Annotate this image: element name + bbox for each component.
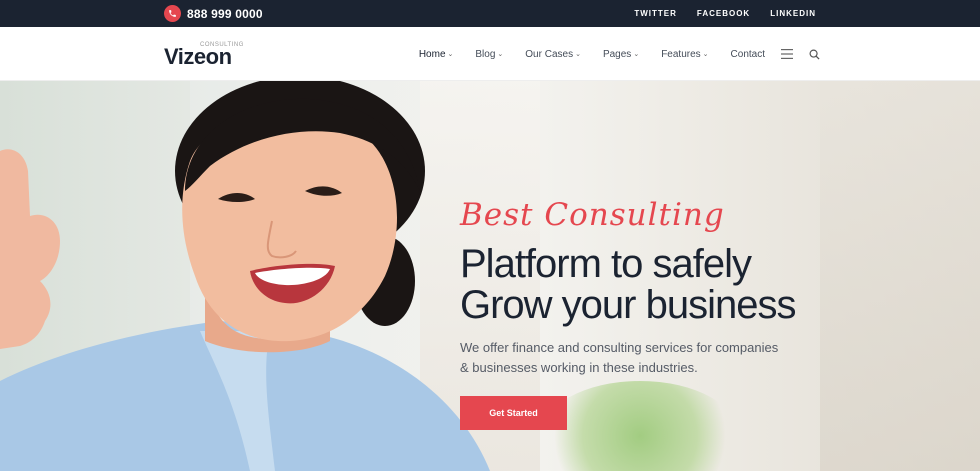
nav-item-label: Home: [418, 48, 446, 60]
phone-number: 888 999 0000: [187, 6, 263, 21]
hero-description-line2: & businesses working in these industries…: [460, 360, 698, 375]
nav-item-label: Features: [661, 48, 701, 60]
nav-item-label: Blog: [475, 48, 496, 60]
nav-item-label: Contact: [730, 48, 765, 60]
chevron-down-icon: ⌄: [447, 51, 454, 58]
social-links: TWITTER FACEBOOK LINKEDIN: [614, 0, 816, 27]
hero-description-line1: We offer finance and consulting services…: [460, 340, 779, 355]
hero-script-heading: Best Consulting: [460, 197, 725, 233]
nav-item-blog[interactable]: Blog ⌄: [475, 49, 503, 60]
logo[interactable]: CONSULTING Vizeon: [164, 39, 254, 69]
nav-item-label: Our Cases: [525, 48, 574, 60]
nav-menu: Home ⌄ Blog ⌄ Our Cases ⌄ Pages ⌄ Features ⌄ …: [397, 27, 820, 81]
nav-item-home[interactable]: Home ⌄: [419, 49, 454, 60]
phone-icon: [164, 5, 181, 22]
hero-title-line2: Grow your business: [460, 283, 796, 327]
logo-name: Vizeon: [164, 44, 232, 69]
hero-description: We offer finance and consulting services…: [460, 338, 820, 378]
chevron-down-icon: ⌄: [497, 51, 504, 58]
hamburger-icon[interactable]: [781, 49, 793, 59]
nav-item-pages[interactable]: Pages ⌄: [603, 49, 639, 60]
hero-section: Best Consulting Platform to safely Grow …: [0, 81, 980, 471]
chevron-down-icon: ⌄: [575, 51, 581, 58]
nav-item-label: Pages: [602, 48, 632, 60]
main-navbar: CONSULTING Vizeon Home ⌄ Blog ⌄ Our Cases ⌄…: [0, 27, 980, 81]
get-started-button[interactable]: Get Started: [460, 396, 567, 430]
phone-contact[interactable]: 888 999 0000: [164, 4, 263, 23]
nav-item-our-cases[interactable]: Our Cases ⌄: [525, 49, 581, 60]
twitter-link[interactable]: TWITTER: [634, 9, 677, 18]
hero-person-image: [0, 81, 490, 471]
chevron-down-icon: ⌄: [633, 51, 640, 58]
hero-title-line1: Platform to safely: [460, 242, 752, 286]
hero-content: Best Consulting Platform to safely Grow …: [460, 81, 880, 471]
linkedin-link[interactable]: LINKEDIN: [770, 9, 816, 18]
search-icon[interactable]: [809, 49, 820, 60]
chevron-down-icon: ⌄: [702, 51, 709, 58]
nav-item-contact[interactable]: Contact: [731, 49, 765, 60]
nav-item-features[interactable]: Features ⌄: [661, 49, 708, 60]
top-bar: 888 999 0000 TWITTER FACEBOOK LINKEDIN: [0, 0, 980, 27]
facebook-link[interactable]: FACEBOOK: [697, 9, 750, 18]
